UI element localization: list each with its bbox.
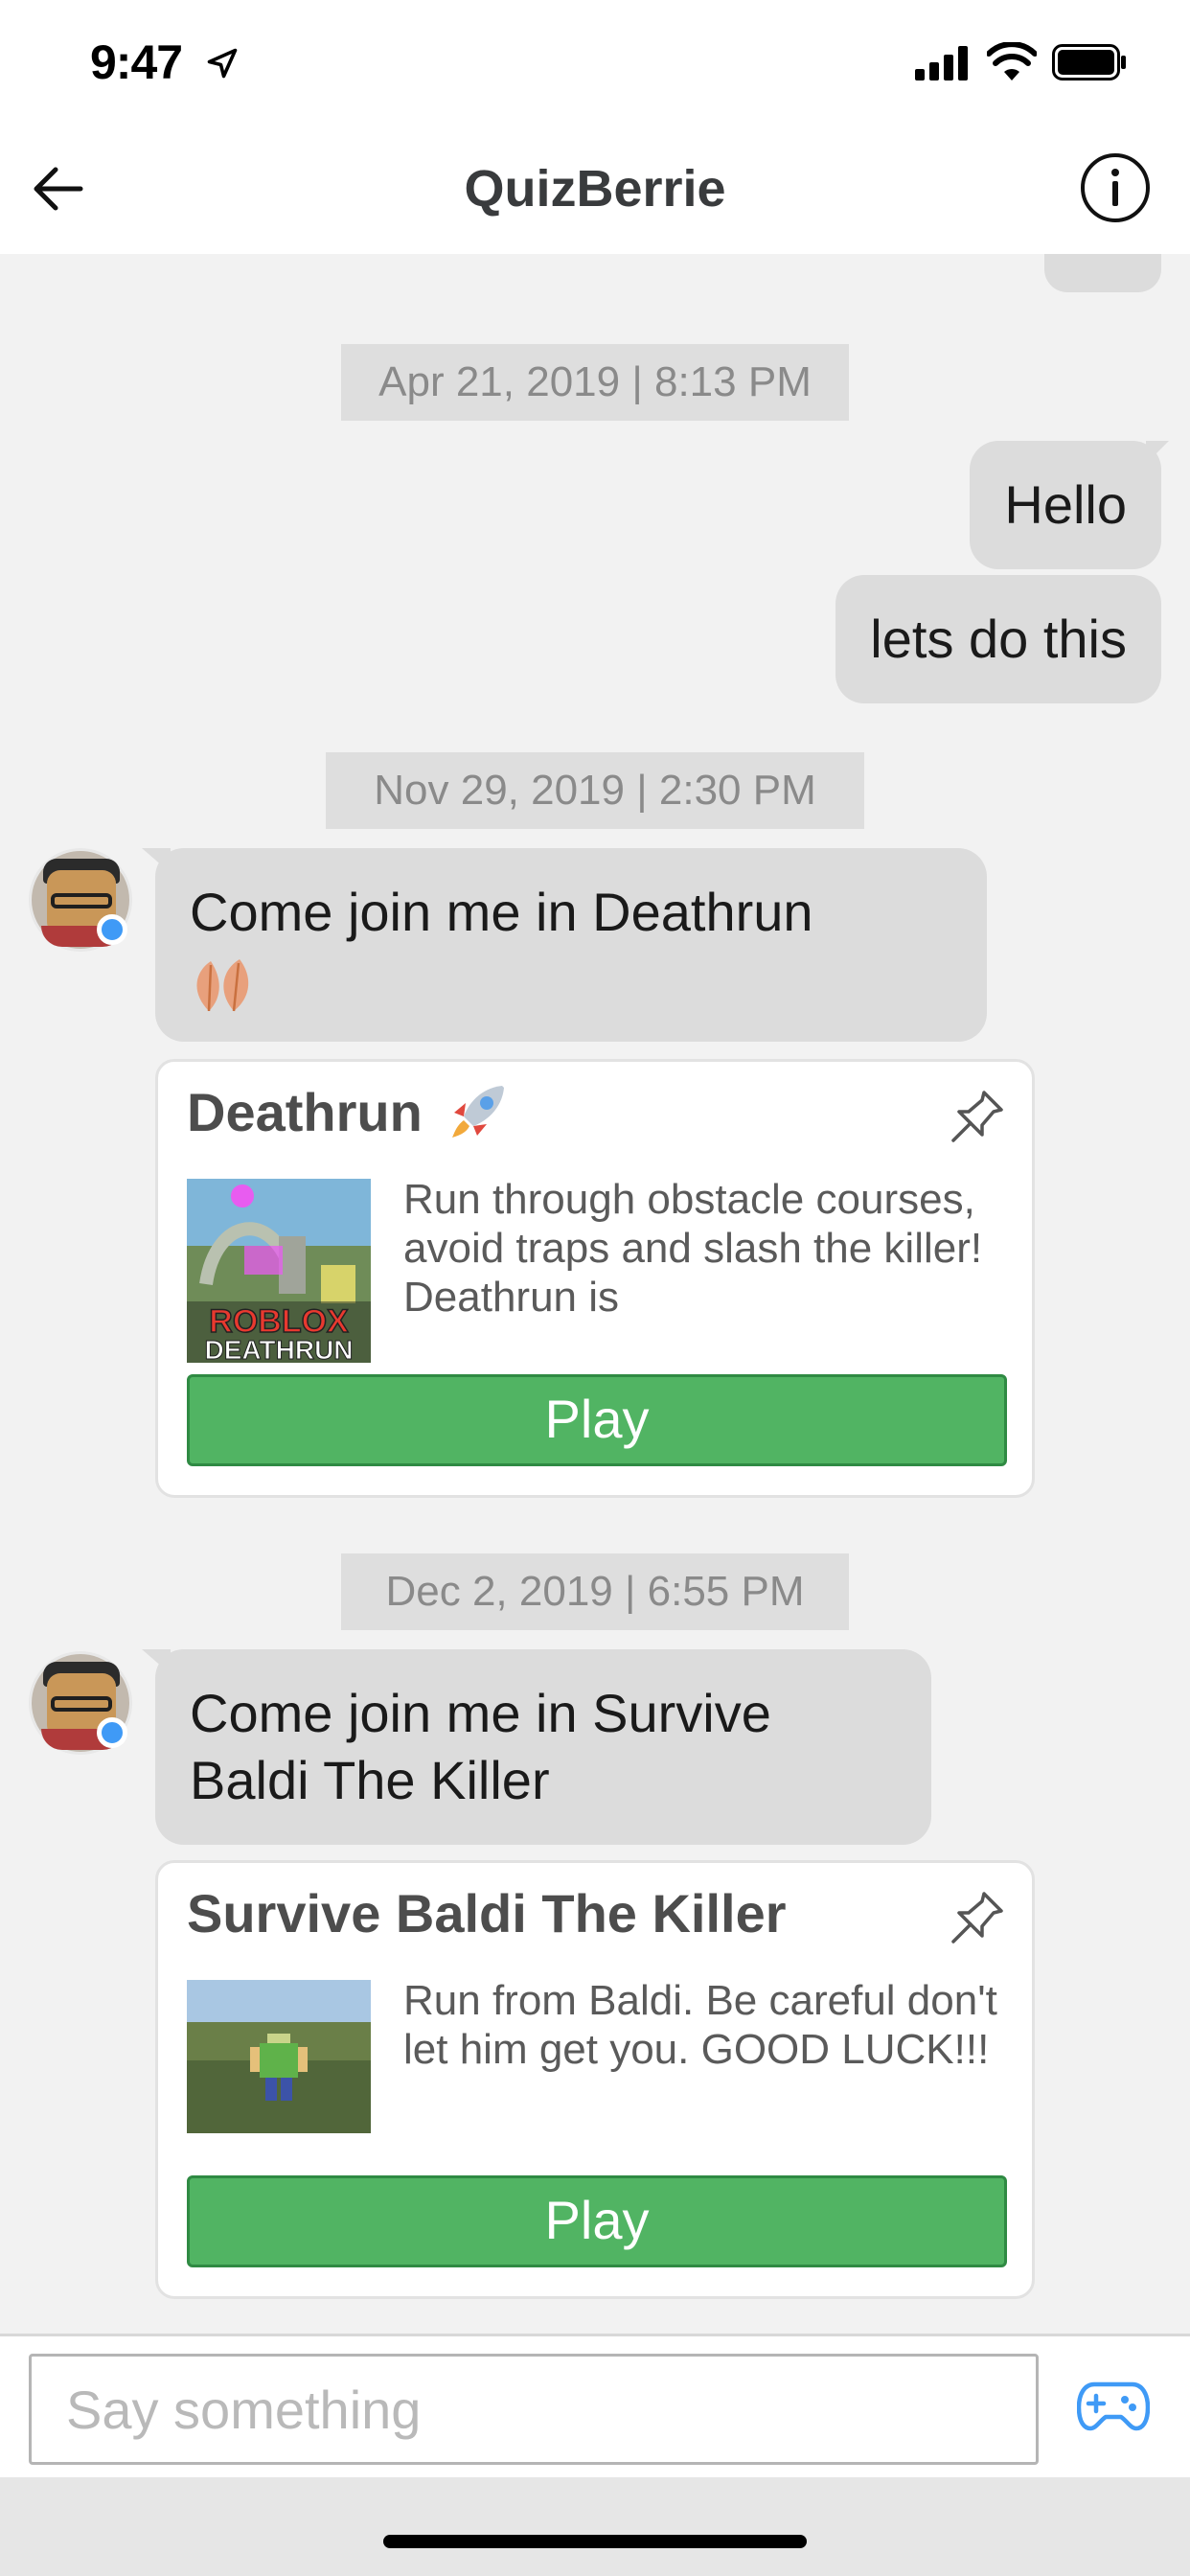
svg-text:DEATHRUN: DEATHRUN: [204, 1335, 353, 1363]
online-indicator: [97, 914, 127, 945]
avatar[interactable]: [29, 848, 132, 952]
message-input[interactable]: [29, 2354, 1039, 2465]
info-icon[interactable]: [1079, 151, 1152, 224]
message-text-line: Come join me in Survive: [190, 1683, 771, 1743]
gamepad-icon[interactable]: [1077, 2379, 1150, 2432]
play-button[interactable]: Play: [187, 1374, 1007, 1466]
outgoing-message[interactable]: Hello: [970, 441, 1161, 569]
online-indicator: [97, 1717, 127, 1748]
date-separator: Apr 21, 2019 | 8:13 PM: [341, 344, 849, 421]
status-time: 9:47: [90, 35, 183, 89]
game-title: Deathrun: [187, 1081, 512, 1145]
chat-area[interactable]: Apr 21, 2019 | 8:13 PM Hello lets do thi…: [0, 254, 1190, 2334]
pin-icon[interactable]: [948, 1888, 1007, 1947]
message-text-line: Baldi The Killer: [190, 1750, 550, 1810]
incoming-message[interactable]: Come join me in Survive Baldi The Killer: [155, 1649, 931, 1845]
rocket-emoji-icon: [452, 1086, 505, 1138]
game-thumbnail: [187, 1980, 371, 2133]
pin-icon[interactable]: [948, 1087, 1007, 1146]
leaves-emoji-icon: [196, 959, 249, 1012]
game-card[interactable]: Deathrun ROBLOX DEATHRUN Run through obs…: [155, 1059, 1035, 1498]
date-separator: Dec 2, 2019 | 6:55 PM: [341, 1553, 849, 1630]
location-arrow-icon: [207, 48, 238, 79]
game-thumbnail: ROBLOX DEATHRUN: [187, 1179, 371, 1363]
home-indicator[interactable]: [383, 2535, 807, 2548]
battery-icon: [1052, 44, 1126, 80]
home-indicator-area: [0, 2477, 1190, 2576]
incoming-message[interactable]: Come join me in Deathrun: [155, 848, 987, 1042]
play-button[interactable]: Play: [187, 2175, 1007, 2267]
outgoing-message[interactable]: lets do this: [835, 575, 1161, 703]
message-text: Come join me in Deathrun: [190, 882, 813, 942]
signal-icon: [915, 46, 968, 80]
avatar[interactable]: [29, 1651, 132, 1755]
game-description: Run from Baldi. Be careful don't let him…: [403, 1977, 997, 2073]
wifi-icon: [987, 42, 1037, 80]
message-composer: [0, 2334, 1190, 2477]
previous-message-bubble: [1044, 254, 1161, 292]
game-card[interactable]: Survive Baldi The Killer Run from Baldi.…: [155, 1860, 1035, 2299]
page-title: QuizBerrie: [464, 160, 726, 218]
game-title: Survive Baldi The Killer: [187, 1883, 787, 1944]
date-separator: Nov 29, 2019 | 2:30 PM: [326, 752, 864, 829]
game-description: Run through obstacle courses, avoid trap…: [403, 1176, 983, 1321]
top-bar: 9:47 QuizBerrie: [0, 0, 1190, 254]
